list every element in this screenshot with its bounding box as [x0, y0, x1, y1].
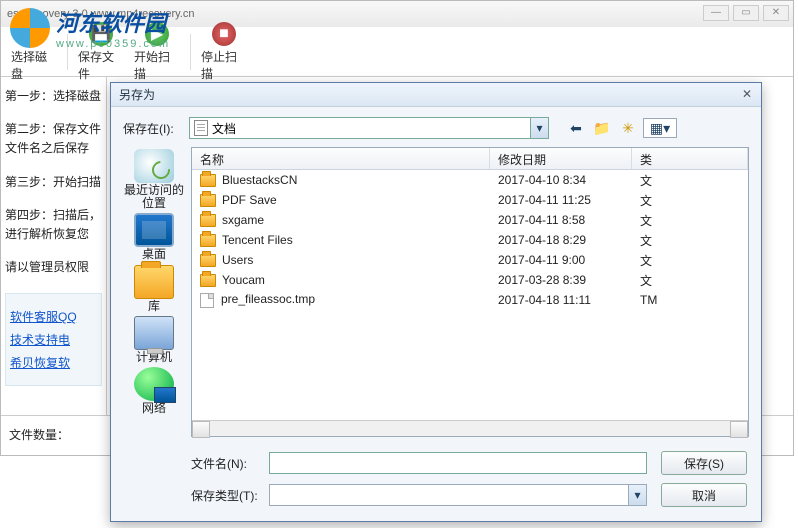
place-network-label: 网络 [142, 402, 166, 415]
place-libraries[interactable]: 库 [134, 265, 174, 313]
maximize-button[interactable]: ▭ [733, 5, 759, 21]
step-2: 第二步：保存文件 文件名之后保存 [5, 120, 102, 158]
back-icon[interactable]: ⬅ [565, 118, 587, 138]
watermark: 河东软件园 www.pc0359.com [10, 6, 170, 50]
horizontal-scrollbar[interactable] [192, 420, 748, 436]
network-icon [134, 367, 174, 401]
place-desktop[interactable]: 桌面 [134, 213, 174, 261]
folder-icon [200, 214, 216, 227]
qq-link[interactable]: 软件客服QQ [10, 308, 97, 325]
dialog-titlebar[interactable]: 另存为 ✕ [111, 83, 761, 107]
col-type[interactable]: 类 [632, 148, 748, 169]
file-count-label: 文件数量： [9, 428, 69, 442]
filename-label: 文件名(N): [191, 455, 269, 472]
col-date[interactable]: 修改日期 [490, 148, 632, 169]
save-in-combo[interactable]: 文档 ▾ [189, 117, 549, 139]
chevron-down-icon[interactable]: ▾ [628, 485, 646, 505]
watermark-url: www.pc0359.com [56, 38, 170, 50]
save-file-label: 保存文件 [78, 48, 124, 82]
filetype-combo[interactable]: ▾ [269, 484, 647, 506]
tech-support-link[interactable]: 技术支持电 [10, 331, 97, 348]
folder-icon [200, 234, 216, 247]
chevron-down-icon[interactable]: ▾ [530, 118, 548, 138]
links-box: 软件客服QQ 技术支持电 希贝恢复软 [5, 293, 102, 386]
col-name[interactable]: 名称 [192, 148, 490, 169]
folder-icon [200, 274, 216, 287]
stop-scan-button[interactable]: ■ 停止扫描 [199, 20, 249, 84]
file-row[interactable]: pre_fileassoc.tmp2017-04-18 11:11TM [192, 290, 748, 310]
cancel-button[interactable]: 取消 [661, 483, 747, 507]
folder-icon [200, 174, 216, 187]
step-3: 第三步：开始扫描 [5, 173, 102, 192]
recent-icon [134, 149, 174, 183]
folder-icon [200, 254, 216, 267]
file-row[interactable]: BluestacksCN2017-04-10 8:34文 [192, 170, 748, 190]
steps-panel: 第一步：选择磁盘 第二步：保存文件 文件名之后保存 第三步：开始扫描 第四步：扫… [1, 77, 107, 455]
watermark-logo-icon [10, 8, 50, 48]
computer-icon [134, 316, 174, 350]
documents-icon [194, 120, 208, 136]
filename-input[interactable] [269, 452, 647, 474]
up-folder-icon[interactable]: 📁 [591, 118, 613, 138]
desktop-icon [134, 213, 174, 247]
close-button[interactable]: ✕ [763, 5, 789, 21]
views-menu-button[interactable]: ▦▾ [643, 118, 677, 138]
file-list-header: 名称 修改日期 类 [192, 148, 748, 170]
place-recent-label: 最近访问的位置 [123, 184, 185, 210]
libraries-icon [134, 265, 174, 299]
file-list-area: 名称 修改日期 类 BluestacksCN2017-04-10 8:34文PD… [191, 147, 749, 437]
place-recent[interactable]: 最近访问的位置 [123, 149, 185, 210]
admin-note: 请以管理员权限 [5, 258, 102, 277]
watermark-brand: 河东软件园 [56, 6, 170, 38]
step-4: 第四步：扫描后， 进行解析恢复您 [5, 206, 102, 244]
stop-scan-label: 停止扫描 [201, 48, 247, 82]
file-list[interactable]: BluestacksCN2017-04-10 8:34文PDF Save2017… [192, 170, 748, 420]
save-in-label: 保存在(I): [123, 120, 189, 137]
file-row[interactable]: Tencent Files2017-04-18 8:29文 [192, 230, 748, 250]
new-folder-icon[interactable]: ✳ [617, 118, 639, 138]
minimize-button[interactable]: — [703, 5, 729, 21]
xibei-link[interactable]: 希贝恢复软 [10, 354, 97, 371]
filetype-label: 保存类型(T): [191, 487, 269, 504]
file-icon [200, 293, 214, 308]
select-disk-label: 选择磁盘 [11, 48, 57, 82]
places-bar: 最近访问的位置 桌面 库 计算机 网络 [123, 147, 185, 437]
toolbar-separator [190, 34, 191, 70]
start-scan-label: 开始扫描 [134, 48, 180, 82]
step-1: 第一步：选择磁盘 [5, 87, 102, 106]
file-row[interactable]: sxgame2017-04-11 8:58文 [192, 210, 748, 230]
file-row[interactable]: PDF Save2017-04-11 11:25文 [192, 190, 748, 210]
place-libraries-label: 库 [148, 300, 160, 313]
save-in-value: 文档 [212, 120, 530, 137]
save-button[interactable]: 保存(S) [661, 451, 747, 475]
stop-icon: ■ [212, 22, 236, 46]
folder-icon [200, 194, 216, 207]
dialog-close-button[interactable]: ✕ [739, 87, 755, 101]
file-row[interactable]: Users2017-04-11 9:00文 [192, 250, 748, 270]
save-as-dialog: 另存为 ✕ 保存在(I): 文档 ▾ ⬅ 📁 ✳ ▦▾ 最近访问的位置 [110, 82, 762, 522]
place-desktop-label: 桌面 [142, 248, 166, 261]
dialog-title: 另存为 [119, 86, 155, 103]
file-row[interactable]: Youcam2017-03-28 8:39文 [192, 270, 748, 290]
place-computer[interactable]: 计算机 [134, 316, 174, 364]
place-network[interactable]: 网络 [134, 367, 174, 415]
